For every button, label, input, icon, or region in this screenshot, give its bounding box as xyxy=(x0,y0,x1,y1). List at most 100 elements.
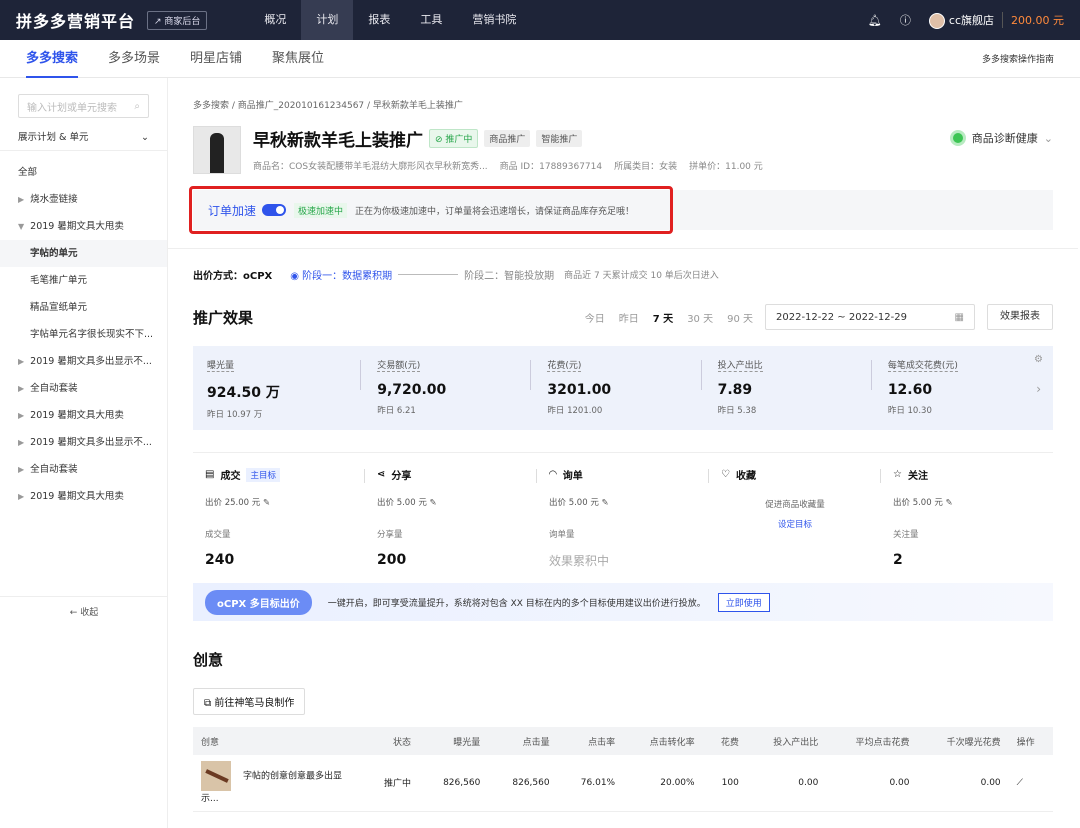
nav-overview[interactable]: 概况 xyxy=(249,0,301,40)
col-header[interactable]: 点击率 xyxy=(557,727,624,755)
trend-chart-icon[interactable]: ⟋ xyxy=(1008,755,1053,812)
goal-title: 收藏 xyxy=(735,471,756,482)
goal-title: 关注 xyxy=(907,471,928,482)
nav-plan[interactable]: 计划 xyxy=(301,0,354,40)
col-header[interactable]: 花费 xyxy=(702,727,747,755)
heart-icon: ♡ xyxy=(721,469,730,480)
sidebar-item[interactable]: ▶ 全自动套装 xyxy=(0,375,167,402)
sidebar-item-label: 烧水壶链接 xyxy=(30,194,78,205)
nav-academy[interactable]: 营销书院 xyxy=(457,0,531,40)
merchant-backend-button[interactable]: ↗ 商家后台 xyxy=(147,10,208,30)
metric-separator xyxy=(530,360,532,390)
share-icon: ⋖ xyxy=(377,469,386,480)
col-header[interactable]: 千次曝光花费 xyxy=(917,727,1009,755)
health-icon xyxy=(949,130,966,146)
sidebar-item[interactable]: ▶ 烧水壶链接 xyxy=(0,186,167,213)
use-now-button[interactable]: 立即使用 xyxy=(717,592,770,612)
top-navigation-bar: 拼多多营销平台 ↗ 商家后台 概况 计划 报表 工具 营销书院 🔔︎ ⓘ cc旗… xyxy=(0,0,1080,40)
col-header[interactable]: 状态 xyxy=(363,727,419,755)
sidebar-item-all[interactable]: 全部 xyxy=(0,159,167,186)
filter-label: 展示计划 & 单元 xyxy=(18,132,89,143)
product-header: 早秋新款羊毛上装推广 ⊘ 推广中 商品推广 智能推广 商品名：COS女装配腰带羊… xyxy=(193,126,1053,174)
goal-metric-value: 200 xyxy=(377,552,407,568)
metric-impressions[interactable]: 曝光量 924.50 万昨日 10.97 万 xyxy=(205,358,360,420)
calendar-icon: ▦ xyxy=(954,311,964,323)
plan-search-input[interactable]: 输入计划或单元搜索 ⌕ xyxy=(18,94,149,118)
sidebar-subitem[interactable]: 字帖单元名字很长现实不下... xyxy=(0,321,167,348)
metric-value: 12.60 xyxy=(887,382,933,398)
col-header[interactable]: 点击量 xyxy=(488,727,558,755)
edit-icon[interactable]: ✎ xyxy=(430,498,437,508)
sidebar-item[interactable]: ▶ 2019 暑期文具多出显示不... xyxy=(0,429,167,456)
chevron-right-icon[interactable]: › xyxy=(1036,382,1041,396)
collapse-sidebar-button[interactable]: ← 收起 xyxy=(0,596,168,618)
make-creative-label: 前往神笔马良制作 xyxy=(214,698,295,709)
cell-impressions: 826,560 xyxy=(419,755,489,812)
col-header[interactable]: 平均点击花费 xyxy=(826,727,918,755)
edit-icon[interactable]: ✎ xyxy=(602,498,609,508)
divider xyxy=(168,248,1078,249)
stage-one-label: 阶段一：数据累积期 xyxy=(302,271,393,282)
metric-separator xyxy=(700,360,702,390)
edit-icon[interactable]: ✎ xyxy=(946,498,953,508)
metric-yesterday: 昨日 5.38 xyxy=(717,406,757,416)
banner-text: 一键开启，即可享受流量提升，系统将对包含 XX 目标在内的多个目标使用建议出价进… xyxy=(327,598,706,609)
goal-inquiry: ◠ 询单 出价 5.00 元 ✎ 询单量 效果累积中 xyxy=(537,467,709,569)
tab-duoduo-scene[interactable]: 多多场景 xyxy=(108,40,160,78)
date-90days[interactable]: 90 天 xyxy=(727,310,753,325)
goal-share: ⋖ 分享 出价 5.00 元 ✎ 分享量 200 xyxy=(365,467,537,569)
sidebar: 输入计划或单元搜索 ⌕ 展示计划 & 单元 ⌄ 全部 ▶ 烧水壶链接 ▼ 2019 暑期… xyxy=(0,78,168,828)
nav-tools[interactable]: 工具 xyxy=(405,0,457,40)
sidebar-subitem-selected[interactable]: 字帖的单元 xyxy=(0,240,167,267)
date-30days[interactable]: 30 天 xyxy=(687,310,713,325)
metric-label: 曝光量 xyxy=(207,358,235,372)
main-nav: 概况 计划 报表 工具 营销书院 xyxy=(249,0,531,40)
stage-two: 阶段二：智能投放期 xyxy=(464,271,555,282)
health-diagnosis-dropdown[interactable]: 商品诊断健康 ⌄ xyxy=(949,130,1053,146)
sidebar-item-label: 2019 暑期文具大甩卖 xyxy=(30,221,124,232)
star-icon: ☆ xyxy=(893,469,902,480)
tab-star-store[interactable]: 明星店铺 xyxy=(190,40,242,78)
display-filter-select[interactable]: 展示计划 & 单元 ⌄ xyxy=(0,124,167,151)
type-badge: 商品推广 xyxy=(484,130,531,147)
bid-stage: 出价方式：oCPX ◉ 阶段一：数据累积期 阶段二：智能投放期 商品近 7 天累… xyxy=(193,267,1053,282)
metric-roi[interactable]: 投入产出比 7.89 昨日 5.38 xyxy=(716,358,871,418)
guide-link[interactable]: 多多搜索操作指南 xyxy=(982,52,1054,65)
sidebar-item[interactable]: ▶ 全自动套装 xyxy=(0,456,167,483)
make-creative-button[interactable]: ⧉ 前往神笔马良制作 xyxy=(193,688,306,715)
sidebar-item[interactable]: ▼ 2019 暑期文具大甩卖 xyxy=(0,213,167,240)
metric-gmv[interactable]: 交易额(元) 9,720.00 昨日 6.21 xyxy=(375,358,530,418)
date-yesterday[interactable]: 昨日 xyxy=(619,310,639,325)
help-icon[interactable]: ⓘ xyxy=(900,12,911,28)
caret-right-icon: ▶ xyxy=(18,357,25,366)
sidebar-item[interactable]: ▶ 2019 暑期文具大甩卖 xyxy=(0,402,167,429)
col-header[interactable]: 曝光量 xyxy=(419,727,489,755)
bell-icon[interactable]: 🔔︎ xyxy=(868,14,882,27)
breadcrumb[interactable]: 多多搜索 / 商品推广_202010161234567 / 早秋新款羊毛上装推广 xyxy=(193,98,1053,111)
gear-icon[interactable]: ⚙ xyxy=(1034,354,1043,365)
date-range-picker[interactable]: 2022-12-22 ~ 2022-12-29 ▦ xyxy=(765,304,975,330)
edit-icon[interactable]: ✎ xyxy=(263,498,270,508)
metric-label: 交易额(元) xyxy=(377,358,421,372)
col-header[interactable]: 投入产出比 xyxy=(746,727,827,755)
sidebar-item[interactable]: ▶ 2019 暑期文具多出显示不... xyxy=(0,348,167,375)
copy-icon: ⧉ xyxy=(204,698,215,709)
effect-report-button[interactable]: 效果报表 xyxy=(987,304,1053,330)
accel-toggle[interactable] xyxy=(262,204,287,216)
metric-spend[interactable]: 花费(元) 3201.00 昨日 1201.00 xyxy=(545,358,700,418)
tab-focus-booth[interactable]: 聚焦展位 xyxy=(272,40,324,78)
tab-duoduo-search[interactable]: 多多搜索 xyxy=(26,40,79,78)
store-menu[interactable]: cc旗舰店 xyxy=(928,12,994,29)
sidebar-subitem[interactable]: 精品宣纸单元 xyxy=(0,294,167,321)
date-today[interactable]: 今日 xyxy=(585,310,605,325)
metric-cost-per-order[interactable]: 每笔成交花费(元) 12.60 昨日 10.30 xyxy=(886,358,1041,418)
sidebar-item[interactable]: ▶ 2019 暑期文具大甩卖 xyxy=(0,483,167,510)
product-name: 商品名：COS女装配腰带羊毛混纺大廓形风衣早秋新宽秀... xyxy=(253,162,488,172)
nav-report[interactable]: 报表 xyxy=(353,0,405,40)
sidebar-subitem[interactable]: 毛笔推广单元 xyxy=(0,267,167,294)
goal-follow: ☆ 关注 出价 5.00 元 ✎ 关注量 2 xyxy=(881,467,1053,569)
col-header[interactable]: 点击转化率 xyxy=(623,727,703,755)
set-goal-link[interactable]: 设定目标 xyxy=(709,518,881,530)
goal-favorite: ♡ 收藏 促进商品收藏量 设定目标 xyxy=(709,467,881,569)
date-7days[interactable]: 7 天 xyxy=(653,310,673,325)
